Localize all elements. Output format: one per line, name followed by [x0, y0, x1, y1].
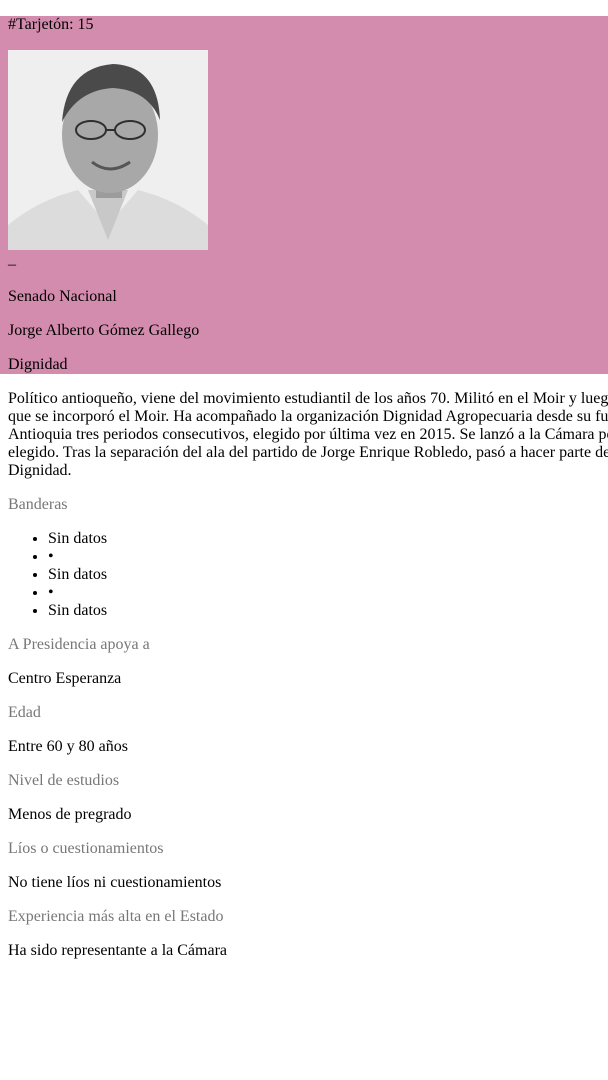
candidate-photo [8, 50, 208, 250]
list-item: Sin datos [48, 530, 107, 548]
list-item: Sin datos [48, 602, 107, 620]
estudios-label: Nivel de estudios [8, 772, 120, 789]
bio-line: que se incorporó el Moir. Ha acompañado … [8, 408, 608, 425]
tarjeton-number: #Tarjetón: 15 [8, 16, 94, 33]
party-name: Dignidad [8, 356, 68, 373]
candidate-name: Jorge Alberto Gómez Gallego [8, 322, 200, 339]
banderas-label: Banderas [8, 496, 68, 513]
lios-label: Líos o cuestionamientos [8, 840, 164, 857]
presidencia-value: Centro Esperanza [8, 670, 122, 687]
estudios-value: Menos de pregrado [8, 806, 132, 823]
candidate-biography: Político antioqueño, viene del movimient… [8, 390, 608, 480]
edad-value: Entre 60 y 80 años [8, 738, 128, 755]
bio-line: Político antioqueño, viene del movimient… [8, 390, 608, 407]
edad-label: Edad [8, 704, 41, 721]
corporation-label: Senado Nacional [8, 288, 117, 305]
banderas-list: Sin datos • Sin datos • Sin datos [8, 530, 107, 620]
list-item: • [48, 548, 107, 566]
experiencia-value: Ha sido representante a la Cámara [8, 942, 228, 959]
list-item: Sin datos [48, 566, 107, 584]
experiencia-label: Experiencia más alta en el Estado [8, 908, 224, 925]
bio-line: Antioquia tres periodos consecutivos, el… [8, 426, 608, 443]
bio-line: Dignidad. [8, 462, 72, 479]
presidencia-label: A Presidencia apoya a [8, 636, 150, 653]
list-item: • [48, 584, 107, 602]
lios-value: No tiene líos ni cuestionamientos [8, 874, 222, 891]
dash-separator: – [8, 256, 16, 273]
bio-line: elegido. Tras la separación del ala del … [8, 444, 608, 461]
